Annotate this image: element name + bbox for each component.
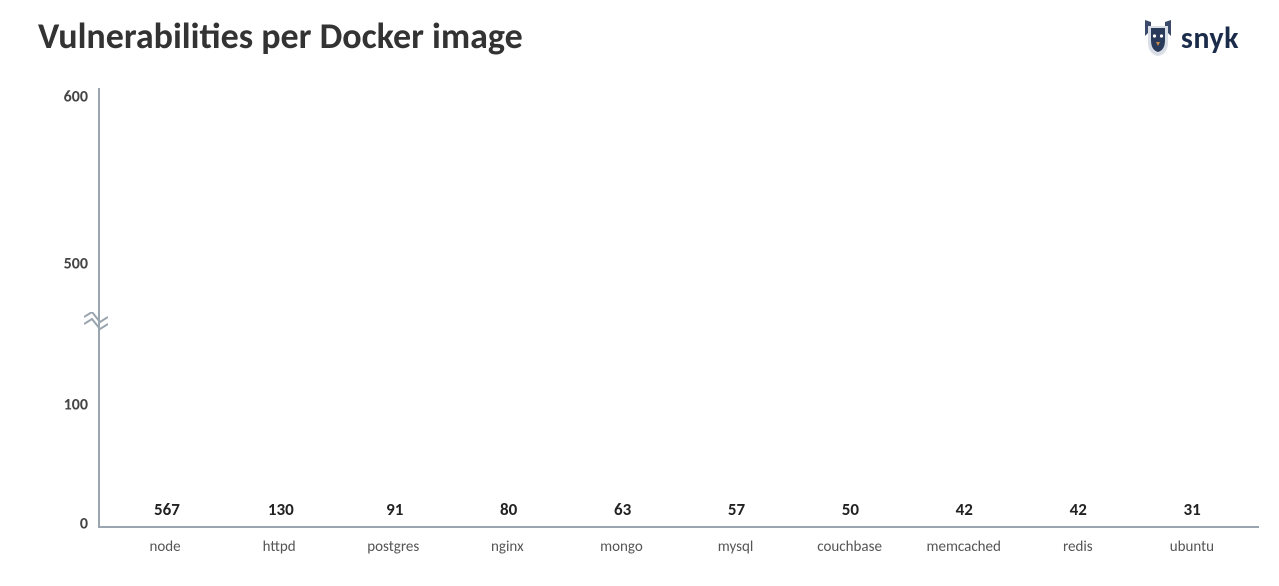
bar-value-label: 63: [614, 499, 631, 520]
page-title: Vulnerabilities per Docker image: [38, 18, 523, 54]
bar-value-label: 31: [1183, 499, 1200, 520]
bar-slot: 91: [338, 499, 452, 526]
x-tick-label: couchbase: [793, 528, 907, 568]
bar-slot: 63: [566, 499, 680, 526]
x-tick-label: node: [108, 528, 222, 568]
y-axis: 600 500 100 0: [38, 88, 98, 528]
y-tick: 0: [38, 514, 88, 533]
y-tick: 500: [38, 255, 88, 274]
bar-slot: 42: [907, 499, 1021, 526]
x-axis: nodehttpdpostgresnginxmongomysqlcouchbas…: [98, 528, 1259, 568]
bar-value-label: 42: [956, 499, 973, 520]
bar-value-label: 80: [500, 499, 517, 520]
bar-slot: 42: [1021, 499, 1135, 526]
bar-value-label: 57: [728, 499, 745, 520]
x-tick-label: mysql: [678, 528, 792, 568]
brand-logo: snyk: [1141, 18, 1239, 58]
bar-slot: 31: [1135, 499, 1249, 526]
x-tick-label: memcached: [907, 528, 1021, 568]
y-tick: 100: [38, 395, 88, 414]
snyk-dog-icon: [1141, 18, 1175, 58]
bar-value-label: 42: [1070, 499, 1087, 520]
bar-slot: 130: [224, 499, 338, 526]
plot-area: 567 130 91 80 63 57 50 42 42 31: [98, 88, 1259, 528]
bar-value-label: 130: [268, 499, 294, 520]
brand-name: snyk: [1181, 20, 1239, 57]
x-tick-label: redis: [1021, 528, 1135, 568]
x-tick-label: nginx: [450, 528, 564, 568]
bar-value-label: 91: [386, 499, 403, 520]
x-tick-label: postgres: [336, 528, 450, 568]
bar-value-label: 567: [154, 499, 180, 520]
chart-container: 600 500 100 0 567 130 91 80 63 57 50 42 42 31 nod…: [38, 88, 1259, 568]
y-tick: 600: [38, 87, 88, 106]
bar-slot: 80: [452, 499, 566, 526]
bar-slot: 567: [110, 499, 224, 526]
x-tick-label: mongo: [564, 528, 678, 568]
bar-slot: 50: [793, 499, 907, 526]
bar-slot: 57: [680, 499, 794, 526]
x-tick-label: httpd: [222, 528, 336, 568]
bar-value-label: 50: [842, 499, 859, 520]
x-tick-label: ubuntu: [1135, 528, 1249, 568]
